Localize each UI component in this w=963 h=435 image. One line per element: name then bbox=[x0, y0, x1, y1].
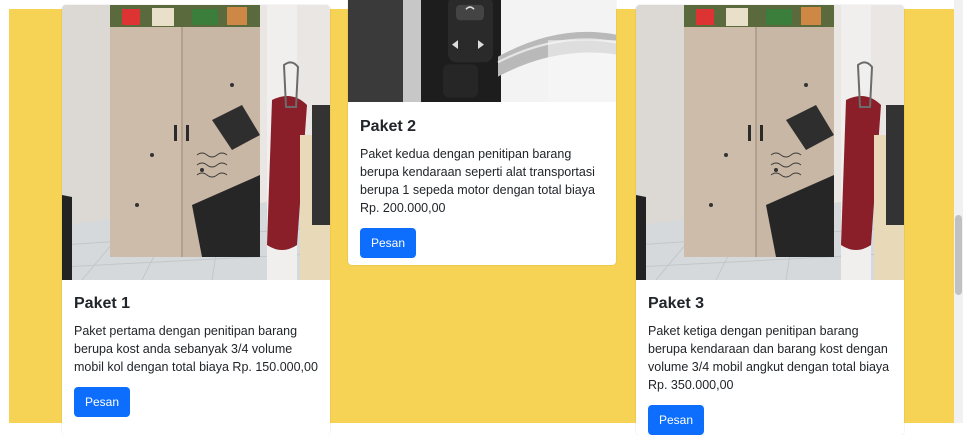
package-card-2: Paket 2 Paket kedua dengan penitipan bar… bbox=[348, 0, 616, 265]
scrollbar[interactable] bbox=[954, 0, 963, 423]
motorcycle-photo-icon bbox=[348, 0, 616, 102]
card-title: Paket 1 bbox=[74, 295, 131, 312]
order-button[interactable]: Pesan bbox=[648, 405, 705, 435]
card-image bbox=[62, 5, 330, 280]
card-text: Paket pertama dengan penitipan barang be… bbox=[74, 324, 318, 374]
card-image bbox=[636, 5, 904, 280]
package-card-1: Paket 1 Paket pertama dengan penitipan b… bbox=[62, 5, 330, 435]
card-text: Paket ketiga dengan penitipan barang ber… bbox=[648, 324, 890, 392]
card-image bbox=[348, 0, 616, 102]
card-title: Paket 3 bbox=[648, 295, 705, 312]
order-button[interactable]: Pesan bbox=[360, 228, 417, 258]
order-button[interactable]: Pesan bbox=[74, 387, 131, 417]
card-title: Paket 2 bbox=[360, 118, 417, 135]
wardrobe-photo-icon bbox=[636, 5, 904, 280]
card-text: Paket kedua dengan penitipan barang beru… bbox=[360, 147, 595, 215]
package-card-3: Paket 3 Paket ketiga dengan penitipan ba… bbox=[636, 5, 904, 435]
scrollbar-thumb[interactable] bbox=[955, 215, 962, 295]
wardrobe-photo-icon bbox=[62, 5, 330, 280]
